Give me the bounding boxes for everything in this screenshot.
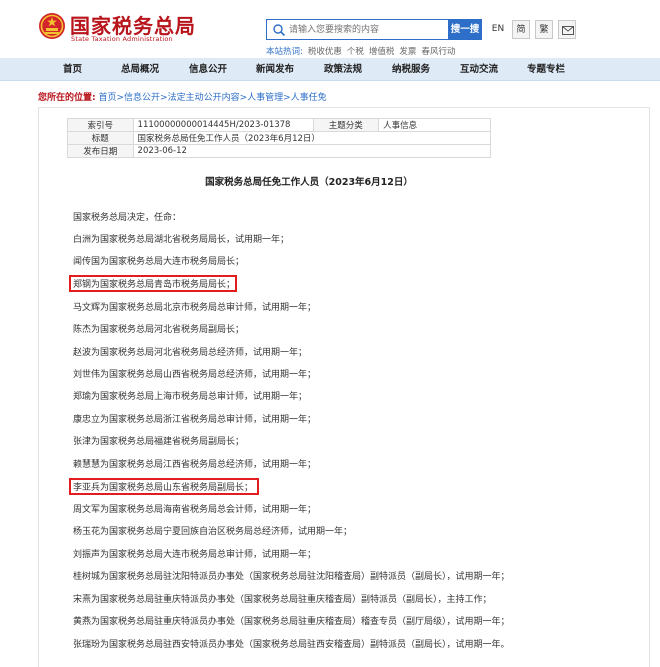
search-button[interactable]: 搜一搜 [448, 19, 482, 40]
nav-item-service[interactable]: 纳税服务 [392, 58, 430, 81]
breadcrumb-label: 您所在的位置: [38, 93, 96, 103]
document-line: 张瑞玢为国家税务总局驻西安特派员办事处（国家税务总局驻西安稽查局）副特派员（副局… [73, 640, 510, 650]
nav-item-news[interactable]: 新闻发布 [256, 58, 294, 81]
simplified-chinese-button[interactable]: 简 [512, 20, 530, 39]
document-line: 白洲为国家税务总局湖北省税务局局长，试用期一年； [73, 235, 290, 245]
document-line: 周文军为国家税务总局海南省税务局总会计师，试用期一年； [73, 505, 317, 515]
english-version-link[interactable]: EN [488, 20, 508, 39]
index-label: 索引号 [67, 118, 134, 132]
index-value: 11100000000014445H/2023-01378 [132, 118, 314, 132]
search-icon [273, 24, 286, 37]
hot-terms: 本站热词: 税收优惠 个税 增值税 发票 春风行动 [266, 45, 460, 57]
document-line: 陈杰为国家税务总局河北省税务局副局长； [73, 325, 245, 335]
traditional-chinese-button[interactable]: 繁 [535, 20, 553, 39]
nav-item-interaction[interactable]: 互动交流 [460, 58, 498, 81]
title-value: 国家税务总局任免工作人员（2023年6月12日） [132, 131, 492, 145]
main-nav: 首页 总局概况 信息公开 新闻发布 政策法规 纳税服务 互动交流 专题专栏 [0, 58, 660, 81]
document-line: 刘世伟为国家税务总局山西省税务局总经济师，试用期一年； [73, 370, 317, 380]
hot-term-link[interactable]: 个税 [347, 47, 364, 57]
highlight-box [69, 275, 237, 292]
article-panel: 索引号 11100000000014445H/2023-01378 主题分类 人… [38, 107, 650, 667]
hot-term-link[interactable]: 春风行动 [421, 47, 455, 57]
document-line: 张津为国家税务总局福建省税务局副局长； [73, 437, 245, 447]
hot-term-link[interactable]: 税收优惠 [308, 47, 342, 57]
document-line: 赖慧慧为国家税务总局江西省税务局总经济师，试用期一年； [73, 460, 317, 470]
site-logo-english: State Taxation Administration [71, 35, 173, 43]
nav-item-disclosure[interactable]: 信息公开 [189, 58, 227, 81]
document-line: 国家税务总局决定，任命： [73, 213, 182, 223]
nav-item-overview[interactable]: 总局概况 [121, 58, 159, 81]
nav-item-policy[interactable]: 政策法规 [324, 58, 362, 81]
metadata-table: 索引号 11100000000014445H/2023-01378 主题分类 人… [67, 118, 492, 158]
title-label: 标题 [67, 131, 134, 145]
site-header: 国家税务总局 State Taxation Administration 搜一搜… [0, 0, 660, 58]
search-input[interactable] [289, 21, 447, 38]
date-value: 2023-06-12 [132, 144, 492, 158]
document-line: 闻传国为国家税务总局大连市税务局局长； [73, 257, 245, 267]
document-line: 刘振声为国家税务总局大连市税务局总审计师，试用期一年； [73, 550, 317, 560]
category-value: 人事信息 [378, 118, 491, 132]
national-emblem-icon[interactable] [38, 12, 66, 40]
nav-item-home[interactable]: 首页 [63, 58, 82, 81]
document-line: 黄燕为国家税务总局驻重庆特派员办事处（国家税务总局驻重庆稽查局）稽查专员（副厅局… [73, 617, 510, 627]
document-title: 国家税务总局任免工作人员（2023年6月12日） [205, 177, 413, 188]
date-label: 发布日期 [67, 144, 134, 158]
document-line: 赵波为国家税务总局河北省税务局总经济师，试用期一年； [73, 348, 308, 358]
highlight-box [69, 478, 259, 495]
document-line: 郑瑜为国家税务总局上海市税务局总审计师，试用期一年； [73, 392, 308, 402]
hot-term-link[interactable]: 发票 [399, 47, 416, 57]
nav-item-topics[interactable]: 专题专栏 [527, 58, 565, 81]
document-line: 桂树城为国家税务总局驻沈阳特派员办事处（国家税务总局驻沈阳稽查局）副特派员（副局… [73, 572, 510, 582]
document-line: 马文辉为国家税务总局北京市税务局总审计师，试用期一年； [73, 303, 317, 313]
breadcrumb-path[interactable]: 首页>信息公开>法定主动公开内容>人事管理>人事任免 [98, 93, 326, 103]
hot-term-link[interactable]: 增值税 [369, 47, 395, 57]
breadcrumb: 您所在的位置: 首页>信息公开>法定主动公开内容>人事管理>人事任免 [38, 90, 327, 103]
document-line: 杨玉花为国家税务总局宁夏回族自治区税务局总经济师，试用期一年； [73, 527, 353, 537]
hot-terms-label: 本站热词: [266, 47, 303, 57]
document-line: 康忠立为国家税务总局浙江省税务局总审计师，试用期一年； [73, 415, 317, 425]
mail-icon[interactable] [558, 20, 576, 39]
document-line: 宋熹为国家税务总局驻重庆特派员办事处（国家税务总局驻重庆稽查局）副特派员（副局长… [73, 595, 492, 605]
category-label: 主题分类 [312, 118, 380, 132]
search-box: 搜一搜 [266, 19, 482, 40]
